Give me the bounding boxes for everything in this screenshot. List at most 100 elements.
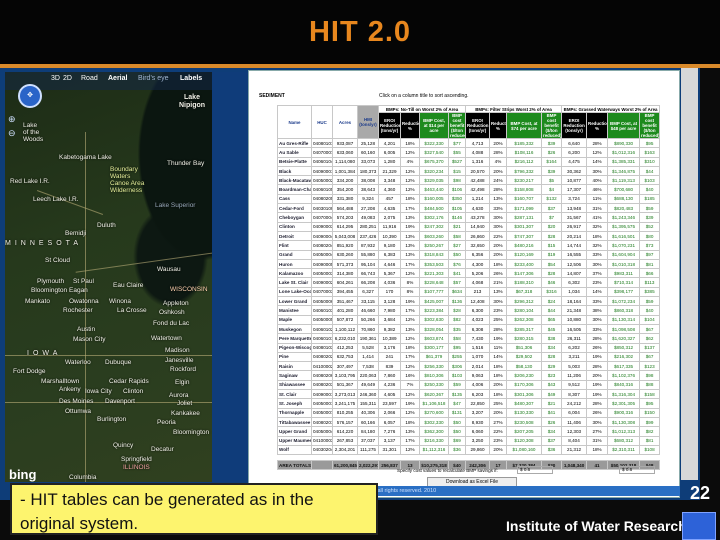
- table-cell: 66,208: [357, 277, 379, 288]
- column-header[interactable]: Acres: [332, 105, 358, 139]
- table-cell: 23%: [489, 435, 507, 446]
- table-cell: 7,430: [465, 333, 490, 344]
- zoom-out-icon[interactable]: ⊖: [8, 128, 22, 140]
- table-cell: 46,660: [357, 305, 379, 316]
- map-label: Peoria: [157, 419, 176, 426]
- table-cell: $40: [639, 184, 661, 195]
- table-cell: $105: [448, 203, 466, 214]
- map-pan-control-icon[interactable]: ✥: [18, 84, 42, 108]
- sort-instructions: Click on a column title to sort ascendin…: [379, 93, 469, 99]
- table-cell: $113: [639, 277, 661, 288]
- map-3d-button[interactable]: 3D: [51, 75, 60, 82]
- column-header[interactable]: BMP cost benefit ($/ton reduced): [639, 112, 661, 139]
- table-cell: 17%: [400, 258, 420, 270]
- map-label: Bloomington: [173, 429, 210, 436]
- table-cell: 27%: [489, 416, 507, 428]
- table-cell: 1,214: [465, 193, 490, 205]
- table-cell: 9,382: [378, 323, 401, 335]
- table-cell: 7,276: [378, 426, 401, 437]
- table-cell: $7: [540, 212, 563, 223]
- cost-input-2[interactable]: $ 0.6: [619, 466, 655, 474]
- table-cell: 4,023: [465, 314, 490, 325]
- table-cell: $1,616,501: [607, 230, 641, 242]
- table-cell: 04060102: [311, 323, 333, 335]
- table-cell: $170,306: [506, 379, 542, 391]
- column-header[interactable]: BMP Cost, at $14 per acre: [419, 112, 449, 139]
- table-cell: 22%: [489, 230, 507, 242]
- table-row: Detroit 04090004 5,043,008 237,426 10,390 13%…: [277, 230, 661, 242]
- column-header[interactable]: BMP cost benefit ($/ton reduced): [448, 112, 466, 139]
- table-cell: 11,916: [378, 221, 401, 232]
- table-row: Boardman-Charlevoix04060105354,20038,643…: [277, 184, 661, 195]
- table-cell: $1,106,518: [419, 398, 449, 409]
- column-header[interactable]: BMP Cost, at $74 per acre: [506, 112, 542, 139]
- table-cell: [311, 460, 333, 471]
- table-cell: 331,380: [332, 193, 358, 205]
- row-name: Lake St. Clair: [277, 277, 312, 288]
- map-aerial-button[interactable]: Aerial: [108, 75, 127, 82]
- zoom-in-icon[interactable]: ⊕: [8, 114, 22, 126]
- table-cell: $362,300: [419, 426, 449, 437]
- map-label: Bloomington: [31, 287, 68, 294]
- table-cell: $230,508: [506, 416, 542, 428]
- table-cell: 20,214: [561, 230, 588, 242]
- table-cell: 04060105: [311, 184, 333, 195]
- table-cell: 4,360: [378, 184, 401, 195]
- table-row: Lower Grand 04050006 351,467 33,115 3,128 19%…: [277, 296, 661, 307]
- table-cell: 6,302: [561, 277, 588, 288]
- table-cell: $890,330: [607, 137, 641, 149]
- table-cell: $300,177: [419, 342, 449, 353]
- column-header[interactable]: Name: [277, 105, 312, 139]
- table-row: St. Joseph 04050001 3,241,175 155,311 23,597…: [277, 398, 661, 409]
- table-row: Black 04090001 1,001,384 180,373 21,329 12% $3…: [277, 165, 661, 177]
- table-cell: $302,330: [419, 416, 449, 428]
- table-cell: 3,176: [378, 342, 401, 353]
- map-birdseye-button[interactable]: Bird's eye: [138, 75, 169, 82]
- table-cell: 3,103,795: [332, 370, 358, 381]
- map-label: Mankato: [25, 298, 50, 305]
- table-cell: 6,203: [465, 388, 490, 400]
- table-cell: $82: [639, 426, 661, 437]
- table-cell: 9,180: [378, 240, 401, 251]
- map-label: Des Moines: [59, 398, 94, 405]
- column-header[interactable]: HUC: [311, 105, 333, 139]
- column-header[interactable]: BMP cost benefit ($/ton reduced): [540, 112, 563, 139]
- table-cell: 6,057: [378, 416, 401, 428]
- table-cell: $820,483: [607, 203, 641, 214]
- table-cell: $58: [448, 230, 466, 242]
- table-cell: 10,389: [378, 333, 401, 344]
- table-cell: 1,114,080: [332, 156, 358, 167]
- table-cell: $316: [540, 286, 563, 298]
- row-name: Tittabawassee: [277, 416, 312, 428]
- table-cell: 84,180: [357, 426, 379, 437]
- table-cell: 4,236: [378, 379, 401, 391]
- table-cell: 8,930: [465, 416, 490, 428]
- table-cell: 10,390: [378, 230, 401, 242]
- column-header[interactable]: Reduction %: [489, 112, 507, 139]
- map-road-button[interactable]: Road: [81, 75, 98, 82]
- column-header[interactable]: EROI Reduction (tons/yr): [561, 112, 588, 139]
- column-header[interactable]: BMP Cost, at $48 per acre: [607, 112, 641, 139]
- map-labels-button[interactable]: Labels: [180, 75, 202, 82]
- map-2d-button[interactable]: 2D: [63, 75, 72, 82]
- table-cell: 04080101: [311, 137, 333, 149]
- table-cell: 29,860: [465, 444, 490, 456]
- table-cell: 6,060: [465, 426, 490, 437]
- bing-map[interactable]: 3D 2D Road Aerial Bird's eye Labels ✥ ⊕ …: [5, 72, 212, 482]
- table-cell: 04050004: [311, 426, 333, 437]
- table-cell: 3,128: [378, 296, 401, 307]
- map-label: Elgin: [175, 379, 190, 386]
- column-header[interactable]: Reduction %: [586, 112, 609, 139]
- cost-input-1[interactable]: $ 0.6: [517, 466, 553, 474]
- column-header[interactable]: Reduction %: [400, 112, 420, 139]
- table-cell: 13%: [489, 193, 507, 205]
- column-header[interactable]: EROI Reduction (tons/yr): [378, 112, 401, 139]
- table-cell: $216,302: [607, 351, 641, 363]
- column-header[interactable]: EROI Reduction (tons/yr): [465, 112, 490, 139]
- table-row: Tittabawassee 04080201 576,157 60,166 6,057 1…: [277, 416, 661, 428]
- table-cell: 17%: [400, 203, 420, 214]
- table-cell: $270,600: [419, 407, 449, 418]
- column-header[interactable]: HMI (tons/yr): [357, 105, 379, 139]
- table-cell: $41: [540, 407, 563, 418]
- table-cell: 1,100,112: [332, 323, 358, 335]
